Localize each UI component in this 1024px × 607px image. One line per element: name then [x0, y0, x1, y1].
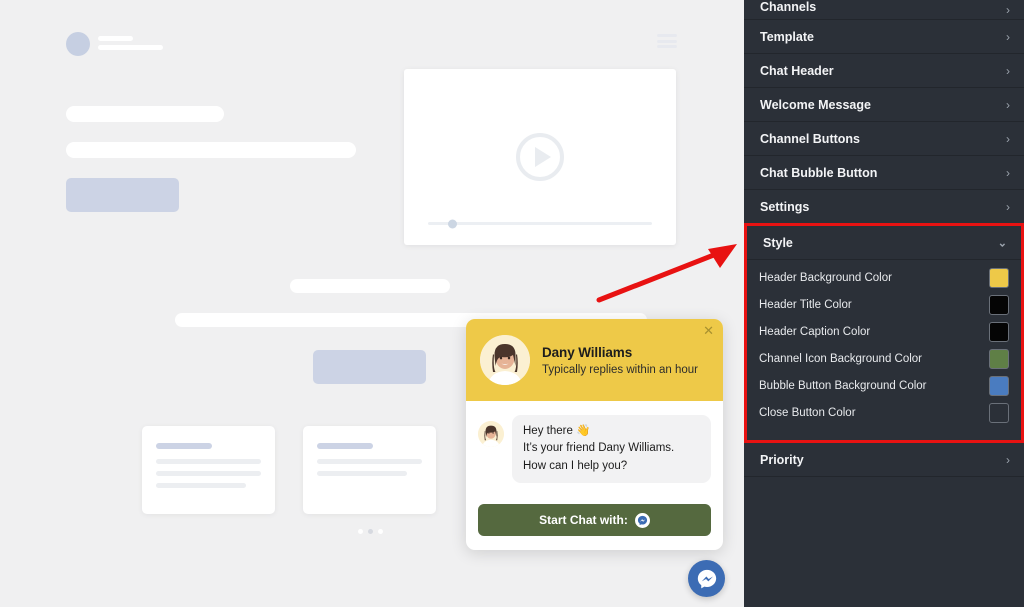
- screenshot-root: Dany Williams Typically replies within a…: [0, 0, 1024, 607]
- sidebar-item-channel-buttons[interactable]: Channel Buttons ›: [744, 122, 1024, 156]
- placeholder-cta-button: [66, 178, 179, 212]
- settings-sidebar: Channels › Template › Chat Header › Welc…: [744, 0, 1024, 607]
- placeholder-card: [142, 426, 275, 514]
- sidebar-item-label: Settings: [760, 199, 810, 214]
- sidebar-item-label: Priority: [760, 452, 804, 467]
- close-x-icon[interactable]: ✕: [703, 324, 714, 337]
- placeholder-name-bar: [98, 36, 133, 41]
- video-progress-knob[interactable]: [448, 219, 457, 228]
- agent-avatar-small: [478, 421, 504, 447]
- placeholder-heading-bar: [66, 106, 224, 122]
- chat-bubble-button[interactable]: [688, 560, 725, 597]
- card-title-bar: [317, 443, 373, 449]
- style-option-label: Bubble Button Background Color: [759, 379, 927, 392]
- sidebar-item-label: Template: [760, 29, 814, 44]
- placeholder-text-bar: [66, 142, 356, 158]
- sidebar-item-label: Chat Header: [760, 63, 834, 78]
- chevron-right-icon: ›: [1006, 165, 1010, 180]
- chat-message-bubble: Hey there 👋 It’s your friend Dany Willia…: [512, 415, 711, 483]
- chevron-right-icon: ›: [1006, 452, 1010, 467]
- agent-caption: Typically replies within an hour: [542, 363, 698, 376]
- message-line-1: Hey there 👋: [523, 425, 591, 437]
- color-swatch[interactable]: [989, 321, 1009, 342]
- message-line-2: It’s your friend Dany Williams. How can …: [523, 442, 675, 472]
- color-swatch[interactable]: [989, 267, 1009, 288]
- chevron-down-icon: ⌄: [997, 237, 1007, 249]
- style-option-label: Header Title Color: [759, 298, 852, 311]
- sidebar-item-chat-bubble-button[interactable]: Chat Bubble Button ›: [744, 156, 1024, 190]
- chat-widget-preview: Dany Williams Typically replies within a…: [466, 319, 723, 550]
- sidebar-item-label: Channel Buttons: [760, 131, 860, 146]
- style-option-header-title-color[interactable]: Header Title Color: [747, 291, 1021, 318]
- style-option-bubble-button-background-color[interactable]: Bubble Button Background Color: [747, 372, 1021, 399]
- sidebar-item-label: Style: [763, 235, 793, 250]
- style-section-highlighted: Style ⌄ Header Background Color Header T…: [744, 223, 1024, 443]
- play-triangle-icon[interactable]: [516, 133, 564, 181]
- style-option-header-background-color[interactable]: Header Background Color: [747, 264, 1021, 291]
- chevron-right-icon: ›: [1006, 3, 1010, 17]
- card-line: [156, 483, 247, 488]
- card-line: [317, 459, 422, 464]
- website-preview-pane: Dany Williams Typically replies within a…: [0, 0, 744, 607]
- style-option-label: Header Caption Color: [759, 325, 871, 338]
- sidebar-item-settings[interactable]: Settings ›: [744, 190, 1024, 224]
- agent-avatar: [480, 335, 530, 385]
- sidebar-item-chat-header[interactable]: Chat Header ›: [744, 54, 1024, 88]
- style-option-close-button-color[interactable]: Close Button Color: [747, 399, 1021, 426]
- sidebar-item-label: Chat Bubble Button: [760, 165, 878, 180]
- messenger-icon: [634, 512, 650, 528]
- carousel-dot-active[interactable]: [368, 529, 373, 534]
- sidebar-item-label: Welcome Message: [760, 97, 871, 112]
- chevron-right-icon: ›: [1006, 63, 1010, 78]
- annotation-arrow: [596, 244, 737, 303]
- sidebar-item-label: Channels: [760, 0, 817, 14]
- carousel-dots[interactable]: [358, 529, 383, 534]
- style-option-label: Channel Icon Background Color: [759, 352, 923, 365]
- placeholder-cta-button-2: [313, 350, 426, 384]
- placeholder-text-bar-2: [290, 279, 450, 293]
- placeholder-avatar: [66, 32, 90, 56]
- chevron-right-icon: ›: [1006, 131, 1010, 146]
- color-swatch[interactable]: [989, 402, 1009, 423]
- style-option-channel-icon-background-color[interactable]: Channel Icon Background Color: [747, 345, 1021, 372]
- card-line: [317, 471, 408, 476]
- chat-header-text: Dany Williams Typically replies within a…: [542, 345, 698, 376]
- messenger-icon: [697, 569, 716, 588]
- agent-name: Dany Williams: [542, 344, 633, 360]
- placeholder-subtitle-bar: [98, 45, 163, 50]
- start-chat-button[interactable]: Start Chat with:: [478, 504, 711, 536]
- sidebar-item-priority[interactable]: Priority ›: [744, 443, 1024, 477]
- hamburger-menu-icon[interactable]: [657, 34, 677, 48]
- style-options-list: Header Background Color Header Title Col…: [747, 260, 1021, 440]
- style-option-label: Header Background Color: [759, 271, 892, 284]
- chat-widget-header: Dany Williams Typically replies within a…: [466, 319, 723, 401]
- color-swatch[interactable]: [989, 348, 1009, 369]
- color-swatch[interactable]: [989, 375, 1009, 396]
- chevron-right-icon: ›: [1006, 97, 1010, 112]
- sidebar-item-welcome-message[interactable]: Welcome Message ›: [744, 88, 1024, 122]
- sidebar-item-style[interactable]: Style ⌄: [747, 226, 1021, 260]
- video-player[interactable]: [404, 69, 676, 245]
- video-progress-track[interactable]: [428, 219, 652, 228]
- card-title-bar: [156, 443, 212, 449]
- card-line: [156, 459, 261, 464]
- carousel-dot[interactable]: [358, 529, 363, 534]
- style-option-label: Close Button Color: [759, 406, 856, 419]
- chevron-right-icon: ›: [1006, 199, 1010, 214]
- chat-message-area: Hey there 👋 It’s your friend Dany Willia…: [466, 401, 723, 483]
- style-option-header-caption-color[interactable]: Header Caption Color: [747, 318, 1021, 345]
- card-line: [156, 471, 261, 476]
- placeholder-card: [303, 426, 436, 514]
- sidebar-item-channels[interactable]: Channels ›: [744, 0, 1024, 20]
- color-swatch[interactable]: [989, 294, 1009, 315]
- start-chat-label: Start Chat with:: [539, 513, 628, 527]
- sidebar-item-template[interactable]: Template ›: [744, 20, 1024, 54]
- carousel-dot[interactable]: [378, 529, 383, 534]
- chevron-right-icon: ›: [1006, 29, 1010, 44]
